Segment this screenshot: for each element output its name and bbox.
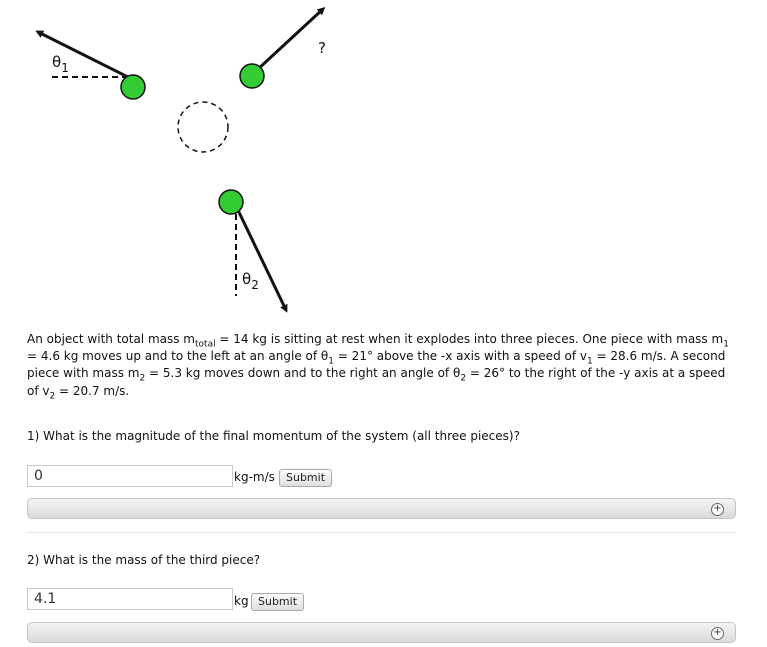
question-1-unit: kg-m/s bbox=[234, 470, 275, 484]
explosion-diagram: θ1 ? θ2 bbox=[35, 6, 326, 313]
question-2-submit-button[interactable]: Submit bbox=[251, 593, 305, 611]
expand-plus-icon[interactable]: + bbox=[711, 503, 724, 516]
piece1-ball bbox=[120, 74, 146, 100]
question-1-text: 1) What is the magnitude of the final mo… bbox=[27, 429, 520, 443]
question-2-answer-input[interactable] bbox=[27, 588, 233, 610]
unknown-angle-label: ? bbox=[318, 39, 326, 57]
question-divider bbox=[27, 532, 736, 533]
theta1-label: θ1 bbox=[52, 53, 69, 75]
velocity3-arrow bbox=[255, 6, 326, 72]
piece3-ball bbox=[239, 63, 265, 89]
question-1-submit-button[interactable]: Submit bbox=[279, 469, 333, 487]
original-object-outline bbox=[177, 101, 229, 153]
theta2-label: θ2 bbox=[242, 270, 259, 292]
question-1-hint-bar[interactable]: + bbox=[27, 498, 736, 519]
expand-plus-icon[interactable]: + bbox=[711, 627, 724, 640]
velocity2-arrow bbox=[234, 205, 288, 313]
question-2-hint-bar[interactable]: + bbox=[27, 622, 736, 643]
question-1-answer-input[interactable] bbox=[27, 465, 233, 487]
question-2-text: 2) What is the mass of the third piece? bbox=[27, 553, 261, 567]
problem-statement: An object with total mass mtotal = 14 kg… bbox=[27, 332, 729, 401]
question-2-unit: kg bbox=[234, 594, 249, 608]
piece2-ball bbox=[218, 189, 244, 215]
